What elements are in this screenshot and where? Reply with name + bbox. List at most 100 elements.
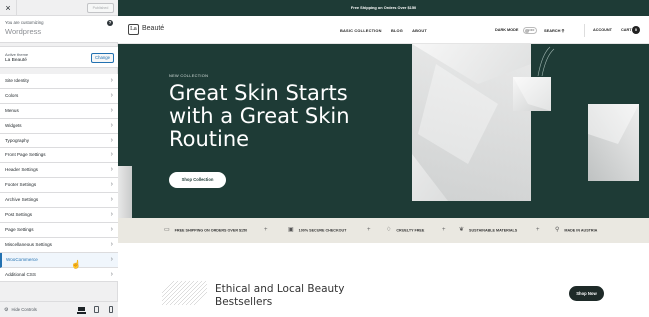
customizer-menu: Site Identity › Colors › Menus › Widgets › Typog… [0, 74, 118, 283]
menu-item-archive-settings[interactable]: Archive Settings › [0, 193, 118, 209]
chevron-right-icon: › [110, 196, 113, 204]
feature-sustainable: ❦ SUSTAINABLE MATERIALS [459, 218, 517, 243]
shop-collection-button[interactable]: Shop Collection [169, 172, 226, 188]
decorative-lines-pattern [162, 281, 207, 305]
active-theme-name: La Beauté [5, 58, 27, 63]
toggle-state: OFF [528, 27, 535, 32]
cart-count-badge[interactable]: 0 [632, 25, 640, 34]
search-label: SEARCH [544, 28, 561, 33]
menu-item-miscellaneous-settings[interactable]: Miscellaneous Settings › [0, 237, 118, 253]
menu-item-label: Page Settings [5, 226, 34, 232]
bestsellers-section: Ethical and Local Beauty Bestsellers Sho… [118, 243, 649, 317]
menu-item-menus[interactable]: Menus › [0, 103, 118, 119]
active-theme-section: Active theme La Beauté Change [0, 46, 118, 68]
menu-item-label: Colors [5, 92, 19, 98]
menu-item-label: Site Identity [5, 78, 30, 83]
menu-item-widgets[interactable]: Widgets › [0, 118, 118, 134]
menu-item-page-settings[interactable]: Page Settings › [0, 222, 118, 238]
site-header: La Beauté BASIC COLLECTION BLOG ABOUT DA… [118, 16, 649, 44]
menu-item-label: Miscellaneous Settings [5, 241, 52, 247]
chevron-right-icon: › [110, 166, 113, 174]
chevron-right-icon: › [110, 136, 113, 144]
hero-section: NEW COLLECTION Great Skin Starts with a … [118, 44, 649, 218]
feature-secure-checkout: ▣ 100% SECURE CHECKOUT [288, 218, 346, 243]
logo-text[interactable]: Beauté [142, 25, 164, 32]
mouse-cursor-icon: ☝ [71, 260, 81, 269]
feature-separator: + [536, 227, 540, 233]
hero-eyebrow: NEW COLLECTION [169, 73, 209, 78]
menu-item-label: Typography [5, 137, 30, 143]
feature-separator: + [367, 227, 371, 233]
menu-item-footer-settings[interactable]: Footer Settings › [0, 178, 118, 194]
chevron-right-icon: › [110, 225, 113, 233]
customizer-header: × Published [0, 0, 118, 16]
nav-item-basic-collection[interactable]: BASIC COLLECTION [340, 28, 382, 33]
chevron-right-icon: › [110, 270, 113, 278]
shop-now-button[interactable]: Shop Now [569, 286, 604, 301]
change-theme-button[interactable]: Change [91, 53, 114, 63]
tablet-preview-icon[interactable] [92, 306, 101, 314]
nav-item-blog[interactable]: BLOG [391, 28, 403, 33]
hero-title: Great Skin Starts with a Great Skin Rout… [169, 81, 350, 151]
chevron-right-icon: › [110, 181, 113, 189]
mobile-preview-icon[interactable] [106, 306, 115, 314]
chevron-right-icon: › [110, 240, 113, 248]
menu-item-label: WooCommerce [6, 256, 38, 262]
customizing-info: You are customizing Wordpress ? [0, 16, 118, 43]
account-link[interactable]: ACCOUNT [593, 28, 612, 32]
location-pin-icon: ⚲ [555, 227, 560, 233]
feature-made-in-austria: ⚲ MADE IN AUSTRIA [555, 218, 597, 243]
bestsellers-title: Ethical and Local Beauty Bestsellers [215, 283, 345, 308]
menu-item-colors[interactable]: Colors › [0, 88, 118, 104]
dark-mode-label: DARK MODE [495, 28, 519, 32]
menu-item-label: Post Settings [5, 212, 33, 218]
menu-item-label: Widgets [5, 122, 22, 128]
announcement-bar: Free Shipping on Orders Over $150 [118, 0, 649, 16]
feature-separator: + [442, 227, 446, 233]
site-name: Wordpress [5, 27, 42, 36]
close-customizer-button[interactable]: × [0, 0, 17, 16]
customizing-label: You are customizing [5, 20, 44, 25]
help-icon[interactable]: ? [107, 20, 113, 26]
leaf-icon: ❦ [459, 227, 465, 233]
chevron-right-icon: › [110, 151, 113, 159]
feature-cruelty-free: ♢ CRUELTY FREE [386, 218, 424, 243]
header-divider [584, 24, 585, 37]
chevron-right-icon: › [110, 77, 113, 84]
chevron-right-icon: › [110, 91, 113, 99]
search-link[interactable]: SEARCH ⚲ [544, 28, 564, 33]
nav-item-about[interactable]: ABOUT [412, 28, 427, 33]
truck-icon: ▭ [164, 227, 170, 233]
main-nav: BASIC COLLECTION BLOG ABOUT [340, 28, 435, 33]
customizer-footer: ⚙ Hide Controls [0, 301, 118, 317]
close-icon: × [5, 3, 11, 13]
menu-item-label: Archive Settings [5, 197, 39, 203]
dark-mode-toggle[interactable]: OFF [523, 26, 537, 34]
search-icon: ⚲ [561, 28, 565, 33]
menu-item-post-settings[interactable]: Post Settings › [0, 208, 118, 223]
menu-item-label: Menus [5, 107, 19, 113]
feature-free-shipping: ▭ FREE SHIPPING ON ORDERS OVER $150 [164, 218, 247, 243]
desktop-preview-icon[interactable] [77, 306, 86, 314]
chevron-right-icon: › [110, 121, 113, 129]
lock-icon: ▣ [288, 227, 294, 233]
hide-controls-button[interactable]: ⚙ Hide Controls [4, 302, 37, 317]
menu-item-site-identity[interactable]: Site Identity › [0, 74, 118, 89]
chevron-right-icon: › [110, 106, 113, 114]
menu-item-label: Front Page Settings [5, 152, 46, 158]
menu-item-label: Footer Settings [5, 182, 37, 188]
menu-item-header-settings[interactable]: Header Settings › [0, 163, 118, 179]
cart-link[interactable]: CART [621, 28, 632, 32]
chevron-right-icon: › [110, 211, 113, 219]
menu-item-additional-css[interactable]: Additional CSS › [0, 267, 118, 283]
feature-separator: + [264, 227, 268, 233]
menu-item-front-page-settings[interactable]: Front Page Settings › [0, 148, 118, 164]
logo-mark[interactable]: La [128, 24, 139, 35]
menu-item-woocommerce[interactable]: WooCommerce › [0, 252, 118, 268]
features-bar: ▭ FREE SHIPPING ON ORDERS OVER $150 + ▣ 10… [118, 218, 649, 243]
publish-button[interactable]: Published [87, 3, 114, 13]
menu-item-label: Additional CSS [5, 271, 36, 277]
menu-item-typography[interactable]: Typography › [0, 133, 118, 149]
gear-icon: ⚙ [4, 307, 9, 313]
chevron-right-icon: › [110, 255, 113, 263]
